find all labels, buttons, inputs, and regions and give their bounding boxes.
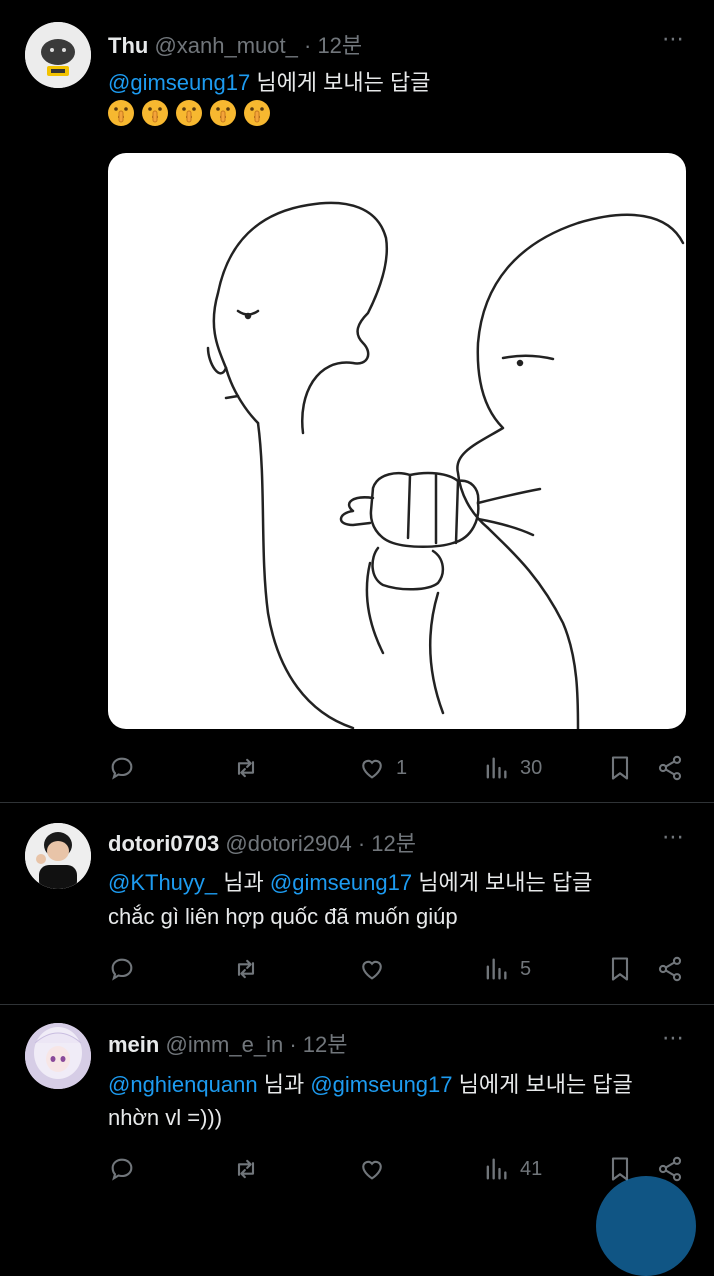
handle[interactable]: @dotori2904 (225, 831, 351, 856)
retweet-icon (237, 959, 255, 979)
tweet-text: chắc gì liên hợp quốc đã muốn giúp (108, 904, 458, 929)
like-button[interactable] (358, 951, 396, 987)
timestamp[interactable]: · 12분 (289, 1032, 347, 1057)
tweet[interactable]: Thu @xanh_muot_ · 12분 ⋯ @gimseung17 님에게 … (0, 0, 714, 800)
retweet-button[interactable] (232, 951, 270, 987)
views-button[interactable]: 5 (482, 951, 531, 987)
display-name[interactable]: dotori0703 (108, 831, 219, 856)
like-button[interactable] (358, 1151, 396, 1187)
timestamp[interactable]: · 12분 (304, 33, 362, 58)
reply-joiner: 님과 (223, 870, 264, 895)
reply-context: @gimseung17 님에게 보내는 답글 (108, 65, 430, 97)
tweet-actions: 1 30 (108, 750, 688, 786)
views-button[interactable]: 41 (482, 1151, 542, 1187)
speech-bubble-icon (111, 1158, 133, 1181)
tweet[interactable]: dotori0703 @dotori2904 · 12분 ⋯ @KThuyy_ … (0, 803, 714, 1003)
bookmark-icon (611, 756, 629, 780)
shushing-face-icon (142, 100, 168, 126)
like-count: 1 (396, 756, 408, 779)
reply-context: @KThuyy_ 님과 @gimseung17 님에게 보내는 답글 (108, 865, 592, 897)
view-count: 5 (520, 957, 532, 980)
bookmark-button[interactable] (606, 951, 634, 987)
bar-chart-icon (486, 1158, 507, 1180)
share-icon (658, 755, 682, 781)
shushing-face-icon (244, 100, 270, 126)
avatar-image (25, 1023, 91, 1089)
bookmark-icon (611, 957, 629, 981)
emoji-row (106, 98, 272, 128)
timestamp[interactable]: · 12분 (358, 831, 416, 856)
heart-icon (362, 759, 382, 779)
display-name[interactable]: mein (108, 1032, 159, 1057)
shushing-face-icon (176, 100, 202, 126)
bookmark-button[interactable] (606, 750, 634, 786)
mention-link[interactable]: @gimseung17 (108, 70, 250, 95)
bar-chart-icon (486, 958, 507, 980)
view-count: 30 (520, 756, 543, 779)
handle[interactable]: @xanh_muot_ (154, 33, 297, 58)
reply-button[interactable] (108, 750, 146, 786)
avatar[interactable] (25, 1023, 91, 1089)
handle[interactable]: @imm_e_in (165, 1032, 283, 1057)
shushing-face-icon (210, 100, 236, 126)
retweet-button[interactable] (232, 750, 270, 786)
reply-button[interactable] (108, 1151, 146, 1187)
share-button[interactable] (656, 750, 684, 786)
more-dots-icon[interactable]: ⋯ (662, 1025, 686, 1051)
tweet-actions: 41 (108, 1151, 688, 1187)
more-dots-icon[interactable]: ⋯ (662, 26, 686, 52)
reply-suffix: 님에게 보내는 답글 (256, 70, 431, 95)
reply-suffix: 님에게 보내는 답글 (458, 1072, 633, 1097)
bar-chart-icon (486, 757, 507, 779)
mention-link[interactable]: @gimseung17 (310, 1072, 452, 1097)
tweet-text: nhờn vl =))) (108, 1105, 223, 1130)
share-button[interactable] (656, 951, 684, 987)
tweet-image[interactable] (108, 153, 686, 729)
heart-icon (362, 960, 382, 980)
like-button[interactable]: 1 (358, 750, 407, 786)
mention-link[interactable]: @gimseung17 (270, 870, 412, 895)
mention-link[interactable]: @nghienquann (108, 1072, 258, 1097)
avatar-image (25, 823, 91, 889)
view-count: 41 (520, 1157, 543, 1180)
tweet-header: mein @imm_e_in · 12분 (108, 1027, 347, 1059)
reply-context: @nghienquann 님과 @gimseung17 님에게 보내는 답글 (108, 1067, 633, 1099)
avatar[interactable] (25, 823, 91, 889)
retweet-icon (237, 758, 255, 778)
retweet-icon (237, 1159, 255, 1179)
reply-button[interactable] (108, 951, 146, 987)
avatar[interactable] (25, 22, 91, 88)
shushing-face-icon (108, 100, 134, 126)
tweet[interactable]: mein @imm_e_in · 12분 ⋯ @nghienquann 님과 @… (0, 1005, 714, 1200)
tweet-header: Thu @xanh_muot_ · 12분 (108, 28, 362, 60)
speech-bubble-icon (111, 757, 133, 780)
heart-icon (362, 1160, 382, 1180)
mention-link[interactable]: @KThuyy_ (108, 870, 217, 895)
share-icon (658, 956, 682, 982)
tweet-header: dotori0703 @dotori2904 · 12분 (108, 826, 416, 858)
views-button[interactable]: 30 (482, 750, 542, 786)
reply-suffix: 님에게 보내는 답글 (418, 870, 593, 895)
more-dots-icon[interactable]: ⋯ (662, 824, 686, 850)
reply-joiner: 님과 (263, 1072, 305, 1097)
line-drawing-image (206, 201, 685, 729)
tweet-actions: 5 (108, 951, 688, 987)
compose-button[interactable] (596, 1176, 696, 1276)
display-name[interactable]: Thu (108, 33, 148, 58)
speech-bubble-icon (111, 958, 133, 981)
avatar-image (25, 22, 91, 88)
retweet-button[interactable] (232, 1151, 270, 1187)
